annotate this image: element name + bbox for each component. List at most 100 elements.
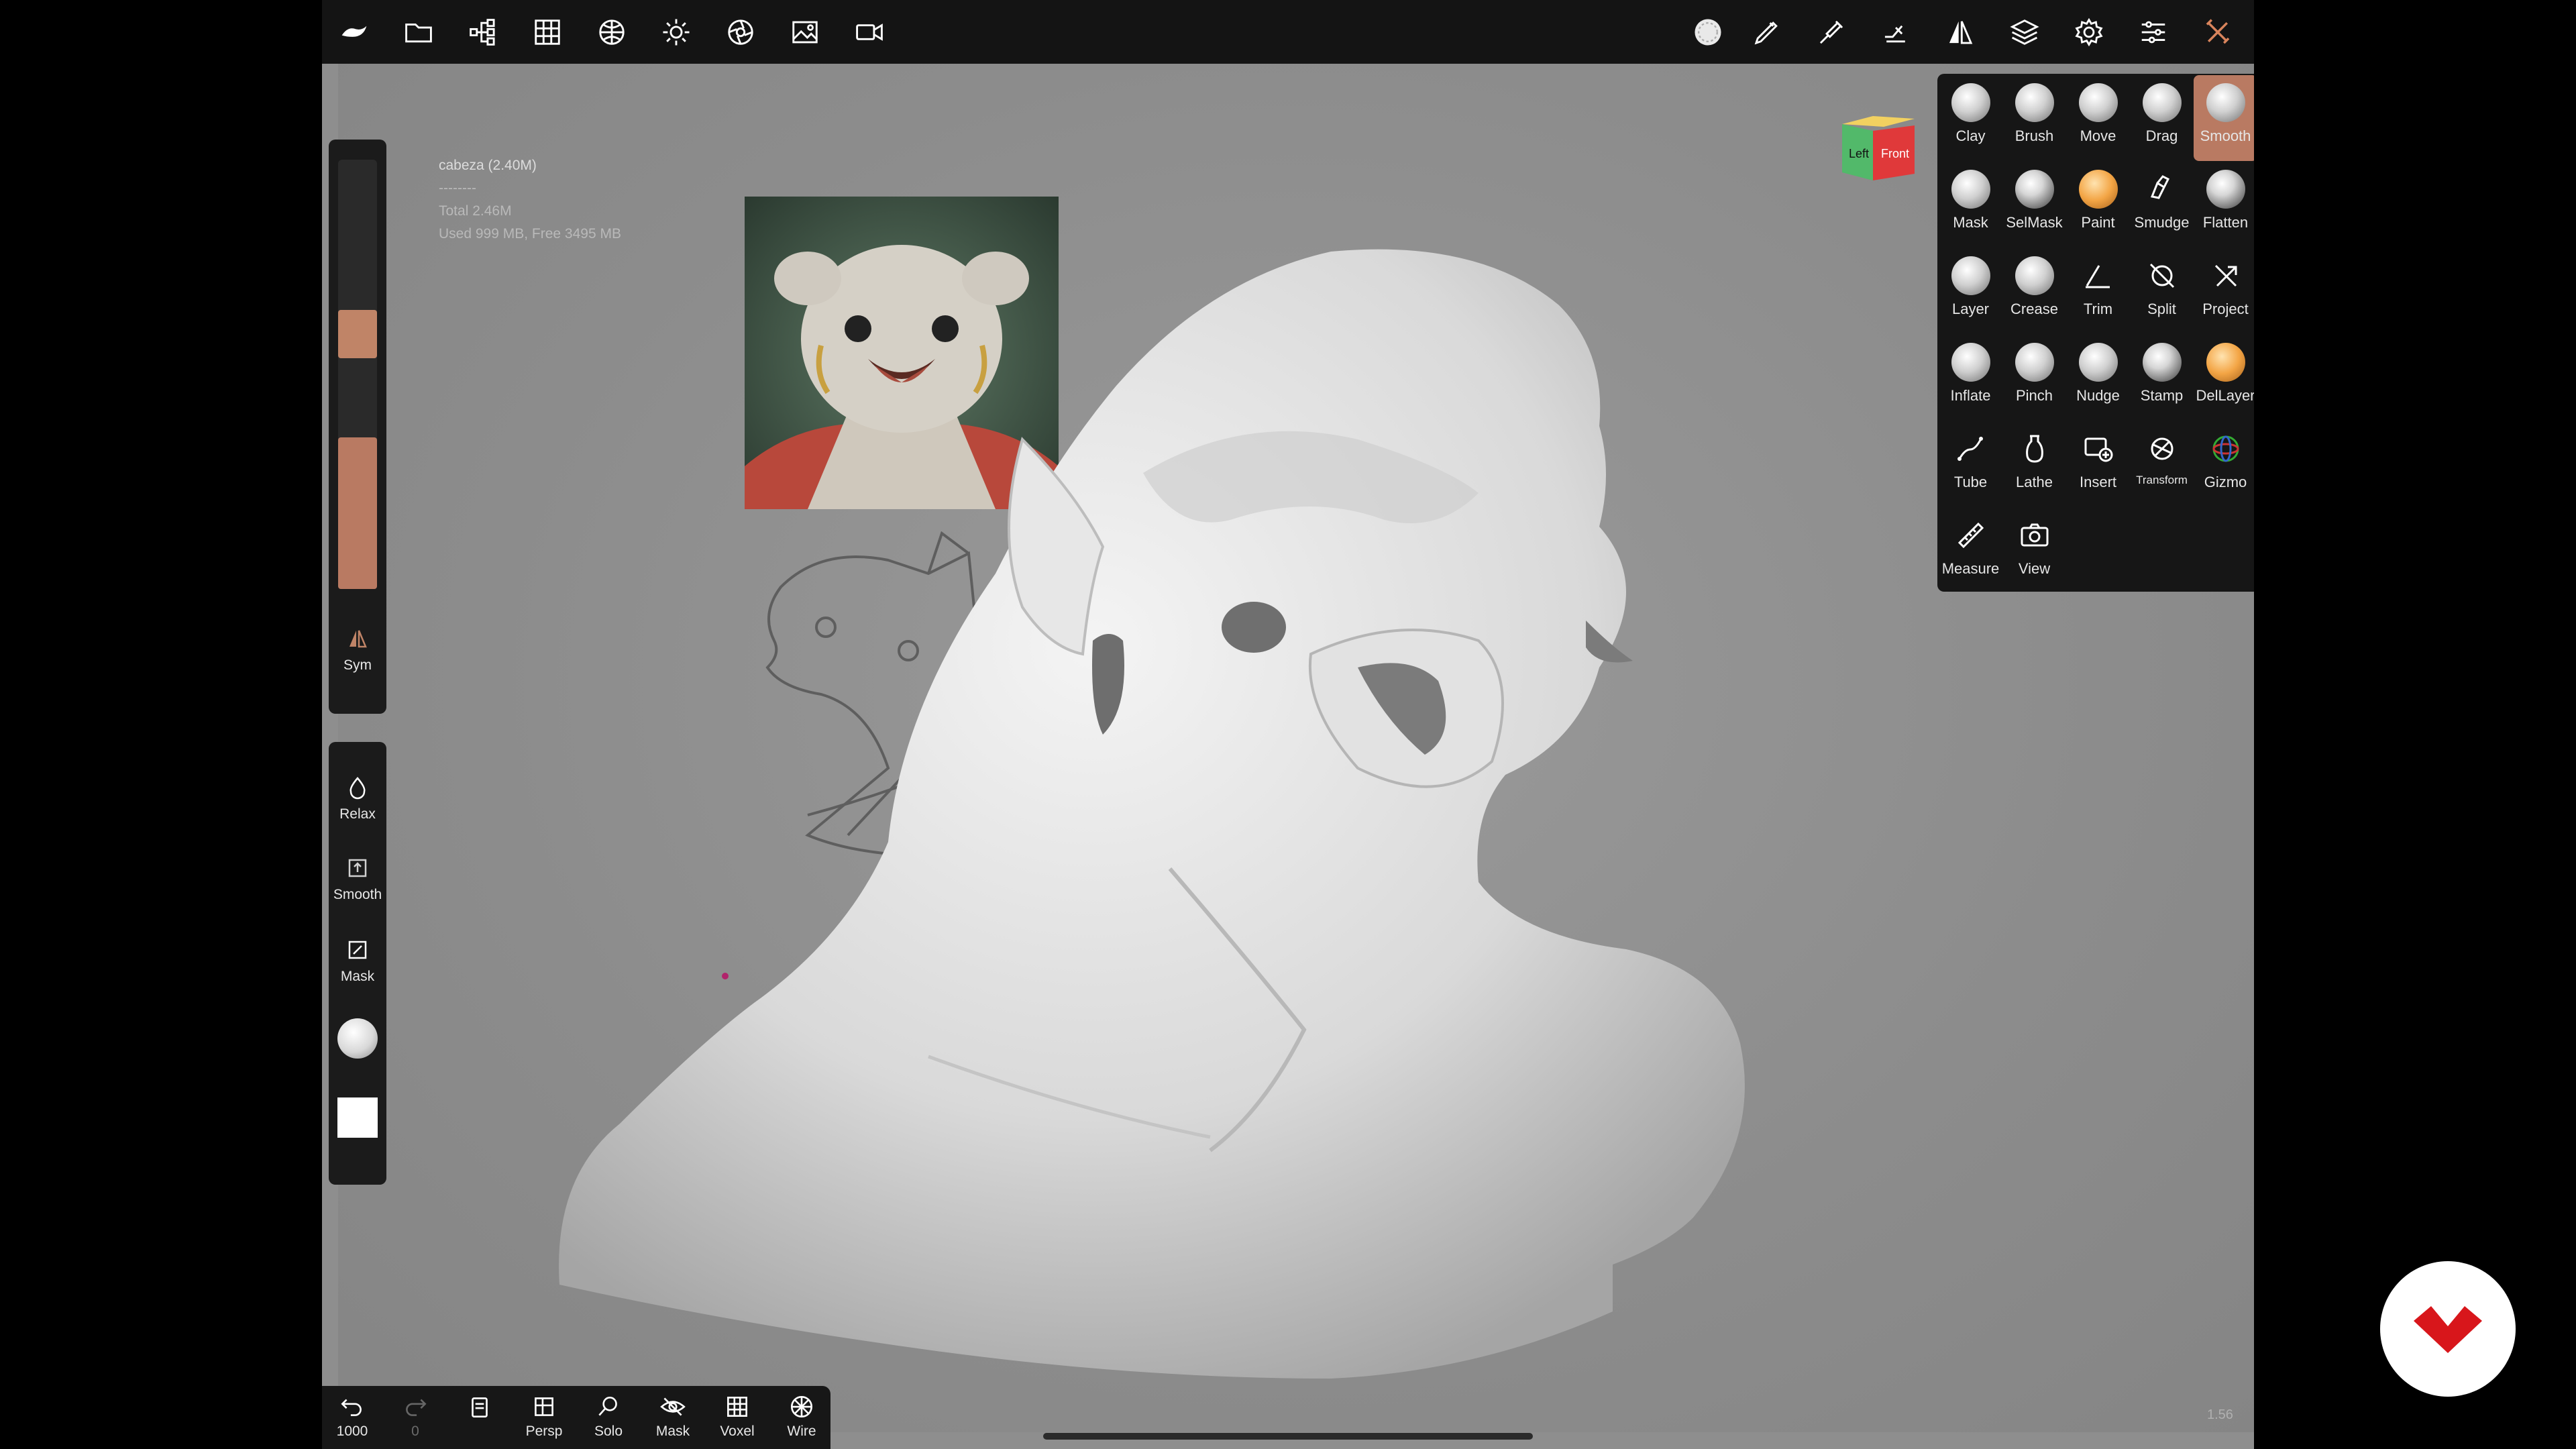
tool-flatten[interactable]: Flatten [2194,162,2254,248]
tool-nudge[interactable]: Nudge [2066,335,2130,421]
tool-label: Layer [1951,301,1990,317]
tube-icon [1951,429,1990,468]
image-icon[interactable] [786,13,824,51]
wire-button[interactable]: Wire [771,1393,832,1440]
tool-smooth[interactable]: Smooth [2194,75,2254,161]
tool-label: Split [2147,301,2176,317]
render-settings-icon[interactable] [722,13,759,51]
tools-panel: Clay Brush Move Drag Smooth Mask SelMask Paint S… [1937,74,2254,592]
radius-slider-thumb[interactable] [338,310,377,358]
tool-pinch[interactable]: Pinch [2002,335,2066,421]
tool-project[interactable]: Project [2194,248,2254,334]
tool-move[interactable]: Move [2066,75,2130,161]
camera-icon [2015,516,2054,555]
mask-visibility-button[interactable]: Mask [643,1393,703,1440]
paint-icon[interactable] [1877,13,1915,51]
tool-label: Inflate [1950,387,1991,404]
light-icon[interactable] [657,13,695,51]
tool-drag[interactable]: Drag [2130,75,2194,161]
selmask-icon [2015,170,2054,209]
stroke-icon[interactable] [1748,13,1786,51]
tool-label: Smooth [2200,127,2251,144]
scene-tree-icon[interactable] [464,13,502,51]
close-tools-icon[interactable] [2199,13,2237,51]
inflate-icon [1951,343,1990,382]
droplet-icon [350,777,366,800]
layers-icon[interactable] [2006,13,2043,51]
mask-button[interactable]: Mask [329,936,386,985]
tool-lathe[interactable]: Lathe [2002,421,2066,507]
material-preview[interactable] [337,1018,378,1059]
gear-icon[interactable] [2070,13,2108,51]
tool-label: View [2018,560,2051,577]
brush-preview-icon[interactable] [1684,8,1732,56]
voxel-button[interactable]: Voxel [707,1393,767,1440]
tool-split[interactable]: Split [2130,248,2194,334]
smooth-button[interactable]: Smooth [329,855,386,903]
brand-logo [2380,1261,2516,1397]
wireframe-sphere-icon [790,1395,813,1418]
tool-label: Mask [1953,214,1988,231]
tool-stamp[interactable]: Stamp [2130,335,2194,421]
smooth-square-icon [348,859,367,877]
tool-smudge[interactable]: Smudge [2130,162,2194,248]
tool-label: Pinch [2015,387,2053,404]
view-cube[interactable]: Left Front [1831,104,1925,183]
tool-crease[interactable]: Crease [2002,248,2066,334]
tool-transform[interactable]: Transform [2130,421,2194,507]
pinch-icon [2015,343,2054,382]
tool-brush[interactable]: Brush [2002,75,2066,161]
radius-slider[interactable] [338,160,377,448]
sym-button[interactable]: Sym [329,625,386,674]
gizmo-icon [2206,429,2245,468]
tool-gizmo[interactable]: Gizmo [2194,421,2254,507]
relax-button[interactable]: Relax [329,774,386,822]
tool-tube[interactable]: Tube [1939,421,2002,507]
solo-button[interactable]: Solo [578,1393,639,1440]
solo-label: Solo [594,1424,623,1439]
symmetry-icon[interactable] [1941,13,1979,51]
home-indicator[interactable] [1043,1433,1533,1440]
tool-label: Crease [2010,301,2058,317]
split-icon [2143,256,2182,295]
color-swatch[interactable] [337,1097,378,1138]
stats-separator: -------- [439,180,476,196]
redo-count: 0 [411,1424,419,1439]
tool-dellayer[interactable]: DelLayer [2194,335,2254,421]
tool-label: Drag [2145,127,2178,144]
folder-icon[interactable] [400,13,437,51]
material-sphere-icon[interactable] [593,13,631,51]
tool-settings-icon[interactable] [1813,13,1850,51]
nomad-logo-icon[interactable] [335,13,373,51]
scene-menu-button[interactable] [449,1393,510,1424]
tool-paint[interactable]: Paint [2066,162,2130,248]
search-icon [598,1397,617,1416]
intensity-slider[interactable] [338,437,377,589]
video-icon[interactable] [851,13,888,51]
mask-label: Mask [340,969,375,984]
tool-label: Brush [2015,127,2054,144]
tool-view[interactable]: View [2002,508,2066,594]
persp-label: Persp [525,1424,563,1439]
tool-selmask[interactable]: SelMask [2002,162,2066,248]
view-cube-front-label: Front [1881,147,1909,160]
tool-trim[interactable]: Trim [2066,248,2130,334]
insert-icon [2079,429,2118,468]
undo-button[interactable]: 1000 [322,1393,382,1440]
sliders-icon[interactable] [2135,13,2172,51]
top-toolbar [322,0,2254,64]
wire-label: Wire [787,1424,816,1439]
version-label: 1.56 [2207,1407,2233,1422]
tool-label: Project [2202,301,2249,317]
grid-icon[interactable] [529,13,566,51]
tool-insert[interactable]: Insert [2066,421,2130,507]
tool-inflate[interactable]: Inflate [1939,335,2002,421]
tool-measure[interactable]: Measure [1939,508,2002,594]
tool-layer[interactable]: Layer [1939,248,2002,334]
tool-clay[interactable]: Clay [1939,75,2002,161]
redo-button[interactable]: 0 [385,1393,445,1440]
mask-vis-label: Mask [655,1424,690,1439]
tool-mask[interactable]: Mask [1939,162,2002,248]
persp-button[interactable]: Persp [514,1393,574,1440]
tool-label: Lathe [2015,474,2053,490]
